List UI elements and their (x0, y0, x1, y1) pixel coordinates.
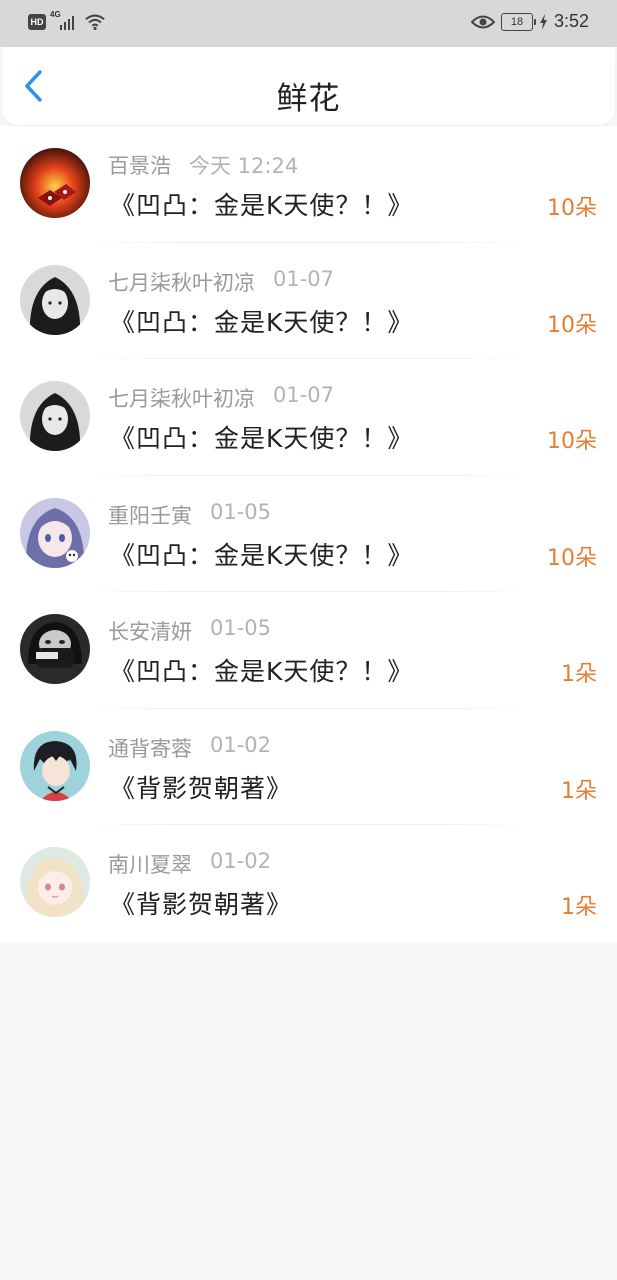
page-title: 鲜花 (276, 81, 341, 117)
item-meta: 七月柒秋叶初凉 01-07 (108, 267, 334, 297)
flower-count: 1朵 (561, 662, 597, 687)
list-item[interactable]: 百景浩 今天 12:24 《凹凸：金是K天使？！》 10朵 (0, 126, 617, 243)
book-title[interactable]: 《背影贺朝著》 (110, 769, 292, 805)
signal-icon: 4G (50, 10, 80, 32)
user-name[interactable]: 七月柒秋叶初凉 (108, 267, 255, 297)
item-date: 01-02 (210, 849, 272, 873)
hd-icon: HD (28, 14, 46, 30)
item-meta: 长安清妍 01-05 (108, 616, 271, 646)
status-right: 18 3:52 (470, 11, 589, 32)
user-name[interactable]: 通背寄蓉 (108, 733, 192, 763)
flower-count: 1朵 (561, 778, 597, 804)
list-item[interactable]: 七月柒秋叶初凉 01-07 《凹凸：金是K天使？！》 10朵 (0, 243, 617, 359)
eye-comfort-icon (470, 15, 495, 28)
list-item[interactable]: 重阳壬寅 01-05 《凹凸：金是K天使？！》 10朵 (0, 476, 617, 592)
anime-girl-blonde-avatar (20, 847, 90, 917)
girl-bw-avatar (20, 264, 90, 335)
wifi-icon (85, 14, 105, 31)
flower-count: 10朵 (547, 196, 597, 221)
anime-boy-avatar (20, 730, 90, 801)
list-item[interactable]: 七月柒秋叶初凉 01-07 《凹凸：金是K天使？！》 10朵 (0, 359, 617, 476)
user-name[interactable]: 长安清妍 (108, 616, 192, 646)
item-meta: 七月柒秋叶初凉 01-07 (108, 383, 334, 413)
supreme-mask-avatar (20, 614, 90, 684)
book-title[interactable]: 《凹凸：金是K天使？！》 (110, 303, 413, 339)
item-date: 01-02 (210, 732, 272, 757)
user-name[interactable]: 南川夏翠 (108, 849, 192, 879)
book-title[interactable]: 《凹凸：金是K天使？！》 (110, 536, 413, 572)
battery-icon: 18 (500, 12, 536, 31)
list-item[interactable]: 长安清妍 01-05 《凹凸：金是K天使？！》 1朵 (0, 592, 617, 709)
item-meta: 百景浩 今天 12:24 (108, 150, 298, 180)
book-title[interactable]: 《凹凸：金是K天使？！》 (110, 186, 413, 222)
girl-bw-avatar (20, 381, 90, 451)
list-item[interactable]: 南川夏翠 01-02 《背影贺朝著》 1朵 (0, 825, 617, 942)
clock: 3:52 (553, 11, 589, 31)
user-name[interactable]: 百景浩 (108, 150, 171, 180)
book-title[interactable]: 《凹凸：金是K天使？！》 (110, 419, 413, 455)
status-bar: HD 4G 18 3:52 (0, 0, 617, 47)
item-date: 01-07 (273, 383, 335, 407)
book-title[interactable]: 《背影贺朝著》 (110, 885, 292, 921)
user-name[interactable]: 七月柒秋叶初凉 (108, 383, 255, 413)
charging-icon (539, 13, 547, 30)
flower-count: 10朵 (547, 312, 597, 338)
user-name[interactable]: 重阳壬寅 (108, 500, 192, 530)
battery-level: 18 (510, 15, 524, 28)
anime-girl-purple-avatar (20, 497, 90, 568)
flower-list: 百景浩 今天 12:24 《凹凸：金是K天使？！》 10朵 七月柒秋叶初凉 01… (0, 126, 617, 942)
status-left: HD 4G (28, 10, 106, 32)
dice-fire-avatar (20, 148, 90, 218)
item-date: 01-07 (273, 266, 335, 291)
item-date: 今天 12:24 (189, 154, 299, 178)
app-header: 鲜花 (2, 47, 615, 125)
flower-count: 10朵 (547, 545, 597, 571)
item-meta: 南川夏翠 01-02 (108, 849, 271, 879)
item-date: 01-05 (210, 499, 272, 524)
item-date: 01-05 (210, 616, 272, 640)
flower-count: 1朵 (561, 895, 597, 920)
item-meta: 重阳壬寅 01-05 (108, 500, 271, 530)
flower-count: 10朵 (547, 429, 597, 454)
list-item[interactable]: 通背寄蓉 01-02 《背影贺朝著》 1朵 (0, 709, 617, 825)
item-meta: 通背寄蓉 01-02 (108, 733, 271, 763)
book-title[interactable]: 《凹凸：金是K天使？！》 (110, 652, 413, 688)
